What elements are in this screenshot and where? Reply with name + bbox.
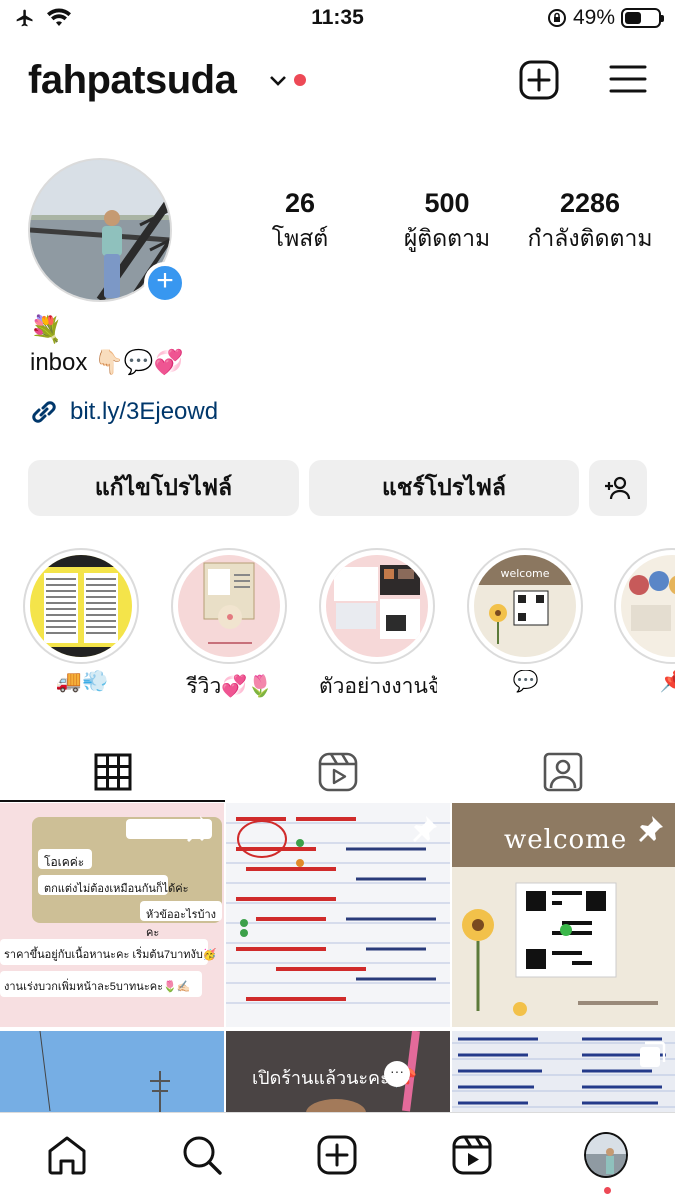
reels-tab[interactable] — [225, 742, 450, 802]
highlight-label: 📌 — [659, 670, 675, 693]
highlight-label: 💬 — [512, 670, 540, 693]
status-bar: 11:35 49% — [0, 0, 675, 38]
posts-count: 26 — [284, 188, 316, 218]
post-tile[interactable] — [0, 1031, 224, 1113]
nav-search[interactable] — [180, 1133, 224, 1177]
new-post-icon — [317, 1135, 357, 1175]
status-right: 49% — [547, 6, 664, 30]
profile-tabs — [0, 730, 675, 802]
highlight-item[interactable]: welcome 💬 — [467, 548, 585, 694]
nav-profile[interactable] — [584, 1132, 628, 1178]
highlight-ring — [23, 548, 139, 664]
post-tile[interactable]: welcome — [452, 803, 675, 1027]
new-post-icon[interactable] — [519, 60, 559, 100]
following-label: กำลังติดตาม — [527, 225, 653, 251]
post-tile[interactable]: เปิดร้านแล้วนะคะ 📌 ··· — [226, 1031, 450, 1113]
highlight-ring — [171, 548, 287, 664]
highlight-cover-text: welcome — [500, 567, 549, 580]
highlight-item[interactable]: รีวิว💞🌷 — [171, 548, 289, 703]
nav-create[interactable] — [315, 1133, 359, 1177]
highlight-cover — [621, 555, 675, 657]
chevron-down-icon[interactable] — [268, 74, 288, 88]
highlight-item[interactable]: 🚚💨 — [23, 548, 141, 694]
reels-icon — [318, 752, 357, 792]
battery-icon — [621, 8, 664, 28]
highlight-item[interactable]: 📌 — [614, 548, 675, 694]
more-icon: ··· — [384, 1061, 410, 1087]
stat-posts[interactable]: 26 โพสต์ — [260, 188, 340, 257]
bio-link[interactable]: bit.ly/3Ejeowd — [28, 396, 218, 428]
pinned-icon — [187, 816, 211, 842]
link-icon — [32, 401, 56, 423]
nav-home[interactable] — [45, 1133, 89, 1177]
profile-avatar-icon — [584, 1132, 628, 1178]
tagged-tab[interactable] — [450, 742, 675, 802]
highlight-label: ตัวอย่างงานจ้... — [319, 675, 437, 698]
posts-label: โพสต์ — [271, 225, 329, 251]
add-story-button[interactable]: + — [144, 262, 186, 304]
profile-notification-dot — [604, 1187, 611, 1194]
notification-dot — [294, 74, 306, 86]
home-icon — [48, 1136, 86, 1175]
stat-following[interactable]: 2286 กำลังติดตาม — [520, 188, 660, 257]
discover-people-button[interactable] — [589, 460, 647, 516]
profile-header: fahpatsuda — [28, 56, 647, 110]
post-title: welcome — [504, 825, 628, 855]
post-text: ตกแต่งไม่ต้องเหมือนกันก็ได้ค่ะ — [44, 883, 189, 895]
profile-actions: แก้ไขโปรไฟล์ แชร์โปรไฟล์ — [28, 460, 647, 516]
followers-label: ผู้ติดตาม — [403, 225, 491, 251]
highlight-ring — [614, 548, 675, 664]
reels-icon — [452, 1135, 492, 1175]
username[interactable]: fahpatsuda — [28, 58, 237, 103]
highlight-label: 🚚💨 — [55, 670, 109, 693]
highlight-ring — [319, 548, 435, 664]
pinned-icon — [413, 816, 437, 842]
search-icon — [183, 1136, 222, 1175]
multiple-posts-icon — [640, 1041, 666, 1067]
share-profile-button[interactable]: แชร์โปรไฟล์ — [309, 460, 579, 516]
bio: 💐 inbox 👇🏻💬💞 — [30, 314, 184, 377]
story-highlights: 🚚💨 รีวิว💞🌷 ตัวอย่างงานจ้ welcome 💬 📌 — [0, 548, 675, 708]
highlight-item[interactable]: ตัวอย่างงานจ้... — [319, 548, 437, 703]
menu-icon[interactable] — [609, 64, 647, 94]
post-tile[interactable] — [226, 803, 450, 1027]
edit-profile-button[interactable]: แก้ไขโปรไฟล์ — [28, 460, 299, 516]
followers-count: 500 — [424, 188, 470, 218]
following-count: 2286 — [559, 188, 621, 218]
post-text: ราคาขึ้นอยู่กับเนื้อหานะคะ เริ่มต้น7บาทง… — [4, 949, 217, 961]
post-tile[interactable] — [452, 1031, 675, 1113]
bio-link-text[interactable]: bit.ly/3Ejeowd — [70, 398, 218, 426]
add-person-icon — [605, 476, 631, 500]
highlight-cover — [30, 555, 132, 657]
bottom-navigation — [0, 1112, 675, 1200]
battery-percent: 49% — [572, 6, 615, 29]
highlight-label: รีวิว💞🌷 — [186, 675, 274, 698]
orientation-lock-icon — [547, 9, 566, 27]
battery-level — [625, 12, 641, 24]
post-text: งานเร่งบวกเพิ่มหน้าละ5บาทนะคะ🌷✍🏻 — [4, 981, 191, 993]
bio-emoji: 💐 — [30, 314, 63, 344]
bio-text: inbox 👇🏻💬💞 — [30, 349, 184, 376]
stat-followers[interactable]: 500 ผู้ติดตาม — [382, 188, 512, 257]
active-tab-indicator — [0, 800, 225, 802]
highlight-cover: welcome — [474, 555, 576, 657]
tagged-icon — [543, 752, 582, 792]
grid-tab[interactable] — [0, 742, 225, 802]
posts-grid: โอเคค่ะ ตกแต่งไม่ต้องเหมือนกันก็ได้ค่ะ ห… — [0, 803, 675, 1113]
grid-icon — [94, 753, 131, 791]
post-tile[interactable]: โอเคค่ะ ตกแต่งไม่ต้องเหมือนกันก็ได้ค่ะ ห… — [0, 803, 224, 1027]
highlight-cover — [326, 555, 428, 657]
nav-reels[interactable] — [450, 1133, 494, 1177]
post-text: หัวข้ออะไรบ้างคะ — [146, 909, 217, 939]
highlight-ring: welcome — [467, 548, 583, 664]
profile-avatar-area: + — [28, 158, 186, 304]
pinned-icon — [639, 816, 663, 842]
post-text: โอเคค่ะ — [44, 855, 85, 869]
highlight-cover — [178, 555, 280, 657]
